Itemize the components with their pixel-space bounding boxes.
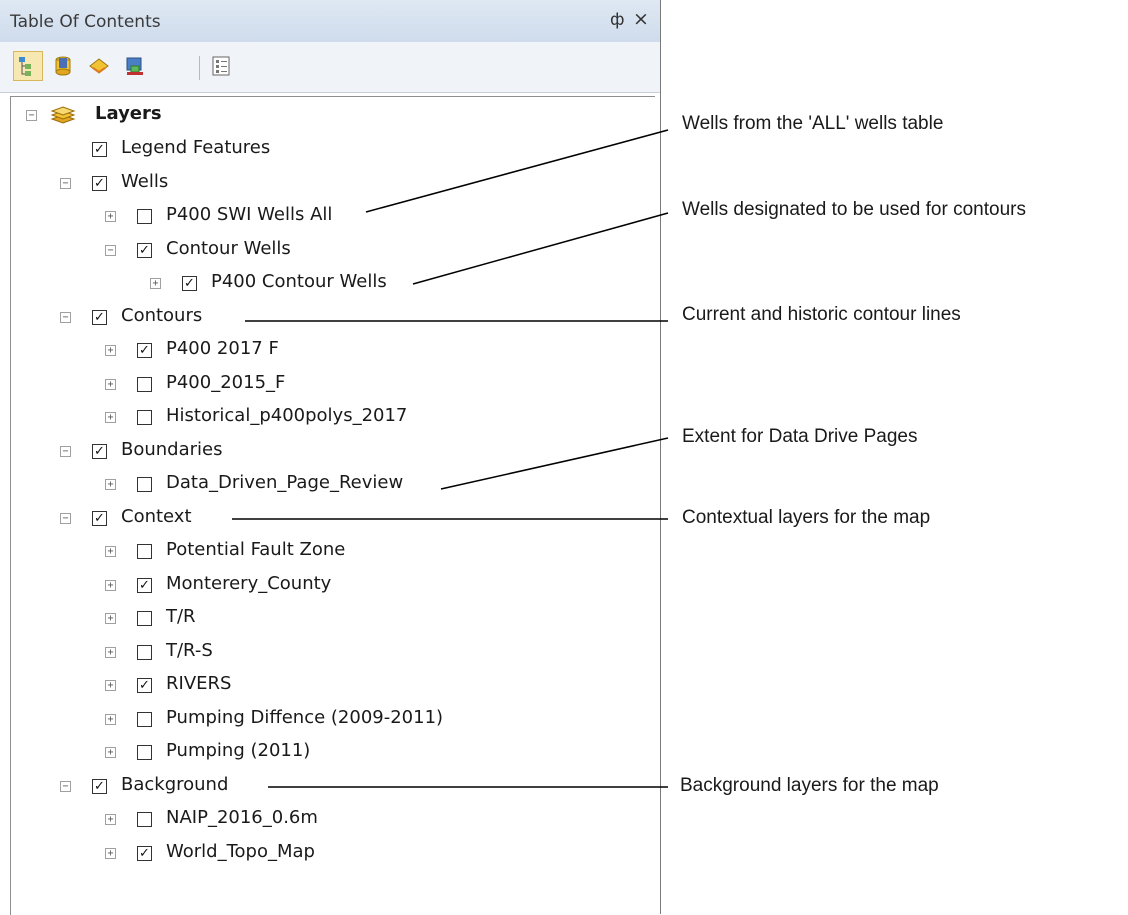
annotation-contour-wells: Wells designated to be used for contours (682, 199, 1026, 220)
annotation-wells-all: Wells from the 'ALL' wells table (682, 113, 944, 134)
table-of-contents-panel: Table Of Contents ф × − Layers ✓ Legend … (0, 0, 669, 915)
annotation-boundaries: Extent for Data Drive Pages (682, 426, 918, 447)
annotation-background: Background layers for the map (680, 775, 939, 796)
annotation-line-2 (412, 212, 669, 285)
annotation-line-1 (365, 129, 669, 213)
annotation-line-4 (440, 437, 669, 490)
annotation-contours: Current and historic contour lines (682, 304, 961, 325)
annotation-lines (232, 129, 669, 788)
annotation-context: Contextual layers for the map (682, 507, 931, 528)
